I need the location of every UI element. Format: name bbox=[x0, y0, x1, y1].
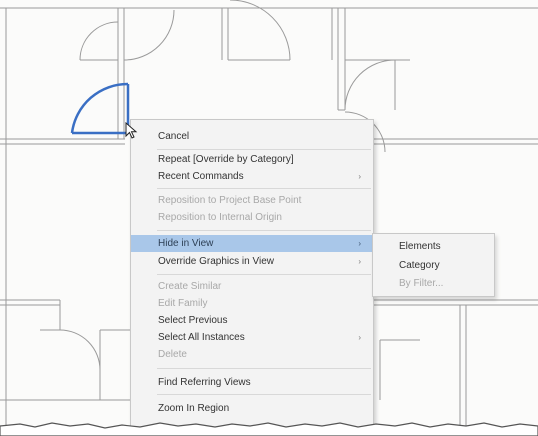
menu-separator bbox=[157, 274, 371, 275]
hide-in-view-submenu: Elements Category By Filter... bbox=[372, 233, 495, 297]
menu-item-label: Select All Instances bbox=[158, 332, 245, 343]
menu-separator bbox=[157, 188, 371, 189]
menu-item-label: Reposition to Internal Origin bbox=[158, 212, 282, 223]
menu-item-override-graphics[interactable]: Override Graphics in View › bbox=[131, 253, 373, 270]
submenu-item-by-filter[interactable]: By Filter... bbox=[373, 275, 494, 293]
menu-item-label: Recent Commands bbox=[158, 171, 244, 182]
menu-item-select-previous[interactable]: Select Previous bbox=[131, 312, 373, 329]
menu-item-label: Repeat [Override by Category] bbox=[158, 154, 294, 165]
submenu-item-label: Elements bbox=[399, 241, 441, 252]
submenu-item-label: Category bbox=[399, 260, 440, 271]
menu-item-label: Reposition to Project Base Point bbox=[158, 195, 302, 206]
revit-canvas[interactable]: Cancel Repeat [Override by Category] Rec… bbox=[0, 0, 538, 436]
menu-separator bbox=[157, 230, 371, 231]
menu-item-label: Select Previous bbox=[158, 315, 228, 326]
menu-item-label: Edit Family bbox=[158, 298, 208, 309]
menu-item-hide-in-view[interactable]: Hide in View › bbox=[131, 235, 373, 252]
chevron-right-icon: › bbox=[358, 333, 361, 342]
menu-item-delete[interactable]: Delete bbox=[131, 346, 373, 363]
menu-item-label: Hide in View bbox=[158, 238, 214, 249]
torn-edge-decoration bbox=[0, 422, 538, 436]
menu-item-label: Cancel bbox=[158, 131, 190, 142]
menu-item-recent-commands[interactable]: Recent Commands › bbox=[131, 168, 373, 185]
context-menu: Cancel Repeat [Override by Category] Rec… bbox=[130, 119, 374, 429]
menu-item-find-referring-views[interactable]: Find Referring Views bbox=[131, 374, 373, 391]
menu-item-cancel[interactable]: Cancel bbox=[131, 128, 373, 145]
chevron-right-icon: › bbox=[358, 172, 361, 181]
menu-item-zoom-in-region[interactable]: Zoom In Region bbox=[131, 400, 373, 417]
submenu-item-label: By Filter... bbox=[399, 278, 444, 289]
selected-door bbox=[70, 82, 130, 135]
chevron-right-icon: › bbox=[358, 257, 361, 266]
menu-item-label: Create Similar bbox=[158, 281, 222, 292]
chevron-right-icon: › bbox=[358, 239, 361, 248]
menu-item-label: Override Graphics in View bbox=[158, 256, 274, 267]
menu-item-reposition-project-base[interactable]: Reposition to Project Base Point bbox=[131, 192, 373, 209]
submenu-item-category[interactable]: Category bbox=[373, 257, 494, 275]
menu-separator bbox=[157, 149, 371, 150]
menu-item-select-all-instances[interactable]: Select All Instances › bbox=[131, 329, 373, 346]
submenu-item-elements[interactable]: Elements bbox=[373, 238, 494, 256]
menu-item-create-similar[interactable]: Create Similar bbox=[131, 278, 373, 295]
menu-item-repeat[interactable]: Repeat [Override by Category] bbox=[131, 151, 373, 168]
menu-item-label: Delete bbox=[158, 349, 187, 360]
menu-item-reposition-internal-origin[interactable]: Reposition to Internal Origin bbox=[131, 209, 373, 226]
mouse-pointer-icon bbox=[125, 122, 138, 139]
menu-item-edit-family[interactable]: Edit Family bbox=[131, 295, 373, 312]
menu-item-label: Zoom In Region bbox=[158, 403, 230, 414]
menu-separator bbox=[157, 368, 371, 369]
menu-separator bbox=[157, 394, 371, 395]
menu-item-label: Find Referring Views bbox=[158, 377, 251, 388]
